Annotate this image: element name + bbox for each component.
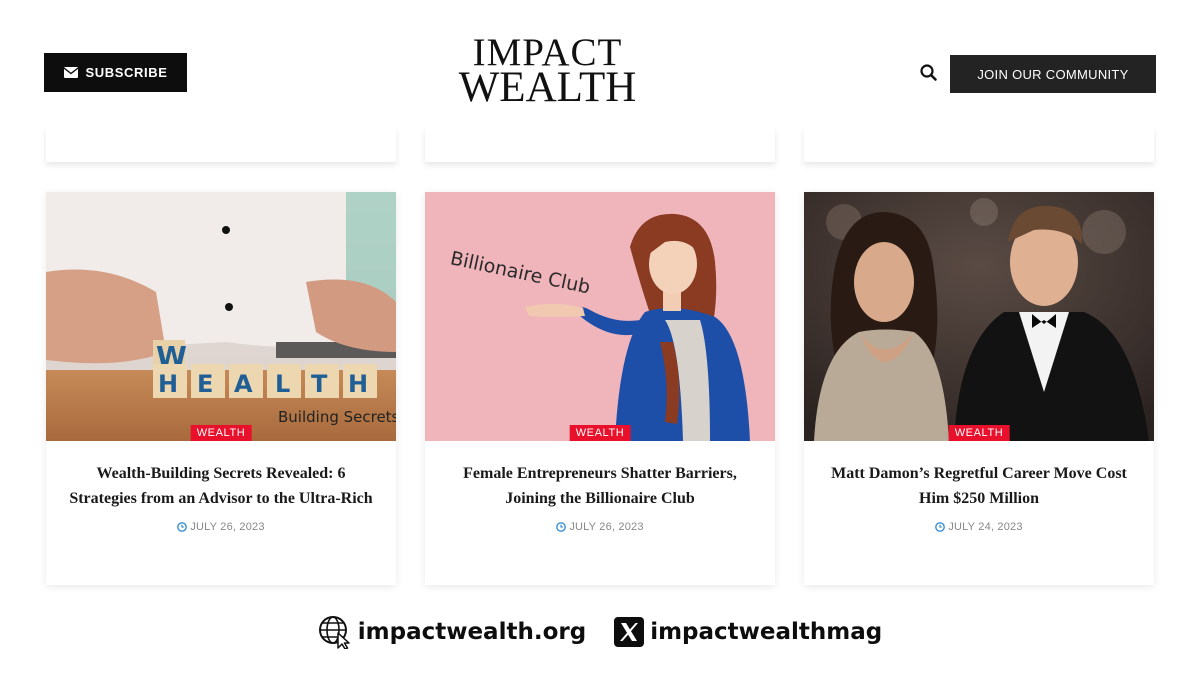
article-card[interactable]: Billionaire Club WEALTH Female Entrepren… <box>425 192 775 585</box>
clock-icon <box>935 522 946 532</box>
image-caption: Building Secrets <box>278 408 396 426</box>
site-logo[interactable]: IMPACT WEALTH <box>440 33 655 111</box>
logo-line-2: WEALTH <box>458 63 637 111</box>
celebrity-couple-photo <box>804 192 1154 441</box>
footer-links: impactwealth.org impactwealthmag <box>0 612 1200 652</box>
block-letter: E <box>197 370 213 398</box>
previous-card-bottom <box>804 128 1154 162</box>
social-link[interactable]: impactwealthmag <box>614 617 882 647</box>
article-card[interactable]: W H E A L T H Building Secrets WEALTH We… <box>46 192 396 585</box>
date-text: JULY 24, 2023 <box>948 521 1023 533</box>
previous-card-bottom <box>425 128 775 162</box>
subscribe-label: SUBSCRIBE <box>85 65 168 80</box>
globe-icon <box>318 616 350 649</box>
site-header: SUBSCRIBE IMPACT WEALTH JOIN OUR COMMUNI… <box>0 0 1200 128</box>
envelope-icon <box>63 67 78 78</box>
article-title[interactable]: Female Entrepreneurs Shatter Barriers, J… <box>425 441 775 511</box>
billionaire-club-photo: Billionaire Club <box>425 192 775 441</box>
category-tag[interactable]: WEALTH <box>190 425 252 441</box>
x-logo-icon <box>614 617 645 647</box>
social-handle-text: impactwealthmag <box>650 619 883 645</box>
article-image[interactable]: WEALTH <box>804 192 1154 441</box>
article-date: JULY 24, 2023 <box>804 521 1154 533</box>
block-letter: L <box>275 370 290 398</box>
article-image[interactable]: W H E A L T H Building Secrets WEALTH <box>46 192 396 441</box>
clock-icon <box>177 522 188 532</box>
previous-card-bottom <box>46 128 396 162</box>
category-tag[interactable]: WEALTH <box>948 425 1010 441</box>
website-text: impactwealth.org <box>357 619 587 645</box>
block-letter: T <box>311 370 328 398</box>
join-community-button[interactable]: JOIN OUR COMMUNITY <box>950 55 1156 93</box>
search-icon[interactable] <box>918 62 940 84</box>
clock-icon <box>556 522 567 532</box>
article-title[interactable]: Matt Damon’s Regretful Career Move Cost … <box>804 441 1154 511</box>
website-link[interactable]: impactwealth.org <box>318 615 586 649</box>
article-image[interactable]: Billionaire Club WEALTH <box>425 192 775 441</box>
article-card[interactable]: WEALTH Matt Damon’s Regretful Career Mov… <box>804 192 1154 585</box>
block-letter: A <box>234 370 253 398</box>
block-letter: H <box>158 370 178 398</box>
article-title[interactable]: Wealth-Building Secrets Revealed: 6 Stra… <box>46 441 396 511</box>
subscribe-button[interactable]: SUBSCRIBE <box>44 53 187 92</box>
date-text: JULY 26, 2023 <box>569 521 644 533</box>
category-tag[interactable]: WEALTH <box>569 425 631 441</box>
article-date: JULY 26, 2023 <box>425 521 775 533</box>
date-text: JULY 26, 2023 <box>190 521 265 533</box>
block-letter: H <box>348 370 368 398</box>
article-date: JULY 26, 2023 <box>46 521 396 533</box>
wealth-blocks-photo: W H E A L T H Building Secrets <box>46 192 396 441</box>
